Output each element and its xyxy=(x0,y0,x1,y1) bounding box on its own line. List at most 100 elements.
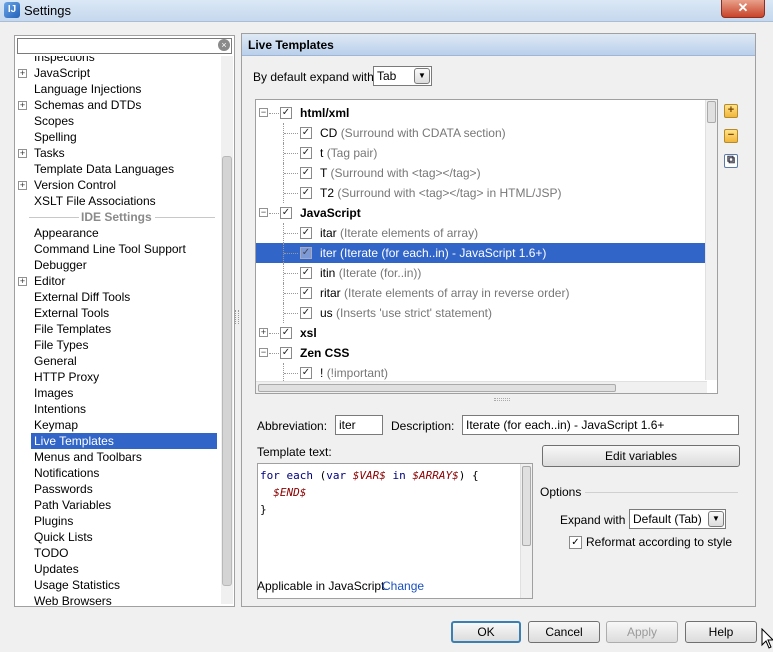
default-expand-select[interactable]: Tab ▼ xyxy=(373,66,432,86)
copy-template-icon[interactable]: ⧉ xyxy=(724,154,738,168)
sidebar-item[interactable]: Template Data Languages xyxy=(31,161,177,177)
help-button[interactable]: Help xyxy=(685,621,757,643)
add-template-icon[interactable]: + xyxy=(724,104,738,118)
cancel-button[interactable]: Cancel xyxy=(528,621,600,643)
edit-variables-button[interactable]: Edit variables xyxy=(542,445,740,467)
expand-plus-icon[interactable]: + xyxy=(18,181,27,190)
templates-hscrollbar[interactable] xyxy=(256,381,707,393)
sidebar-item[interactable]: Intentions xyxy=(31,401,89,417)
template-group-row[interactable]: − ✓ Zen CSS xyxy=(256,343,706,363)
sidebar-item[interactable]: Quick Lists xyxy=(31,529,96,545)
template-checkbox[interactable]: ✓ xyxy=(300,367,312,379)
sidebar-item[interactable]: Usage Statistics xyxy=(31,577,123,593)
settings-search-input[interactable] xyxy=(17,38,232,54)
template-group-row[interactable]: + ✓ xsl xyxy=(256,323,706,343)
code-vscrollbar[interactable] xyxy=(520,464,532,598)
template-row[interactable]: ✓ itin (Iterate (for..in)) xyxy=(256,263,706,283)
sidebar-item[interactable]: Updates xyxy=(31,561,82,577)
expand-plus-icon[interactable]: + xyxy=(18,69,27,78)
template-checkbox[interactable]: ✓ xyxy=(280,347,292,359)
close-button[interactable]: ✕ xyxy=(721,0,765,18)
sidebar-item[interactable]: + Version Control xyxy=(18,177,119,193)
templates-hscroll-thumb[interactable] xyxy=(258,384,616,392)
sidebar-item[interactable]: Live Templates xyxy=(31,433,217,449)
chevron-down-icon[interactable]: ▼ xyxy=(708,511,724,527)
expand-plus-icon[interactable]: + xyxy=(18,149,27,158)
sidebar-item[interactable]: Keymap xyxy=(31,417,81,433)
template-checkbox[interactable]: ✓ xyxy=(300,187,312,199)
sidebar-item[interactable]: Spelling xyxy=(31,129,80,145)
templates-vscrollbar[interactable] xyxy=(705,100,717,380)
sidebar-item[interactable]: File Types xyxy=(31,337,91,353)
templates-vscroll-thumb[interactable] xyxy=(707,101,716,123)
template-checkbox[interactable]: ✓ xyxy=(300,247,312,259)
collapse-minus-icon[interactable]: − xyxy=(259,208,268,217)
template-row[interactable]: ✓ CD (Surround with CDATA section) xyxy=(256,123,706,143)
template-checkbox[interactable]: ✓ xyxy=(300,227,312,239)
expand-plus-icon[interactable]: + xyxy=(18,277,27,286)
sidebar-item[interactable]: TODO xyxy=(31,545,71,561)
template-checkbox[interactable]: ✓ xyxy=(280,107,292,119)
template-row[interactable]: ✓ t (Tag pair) xyxy=(256,143,706,163)
sidebar-item[interactable]: General xyxy=(31,353,80,369)
collapse-minus-icon[interactable]: − xyxy=(259,108,268,117)
template-group-row[interactable]: − ✓ html/xml xyxy=(256,103,706,123)
collapse-minus-icon[interactable]: − xyxy=(259,348,268,357)
template-checkbox[interactable]: ✓ xyxy=(300,267,312,279)
template-checkbox[interactable]: ✓ xyxy=(300,287,312,299)
expand-plus-icon[interactable]: + xyxy=(18,101,27,110)
sidebar-item[interactable]: + JavaScript xyxy=(18,65,93,81)
sidebar-item[interactable]: Passwords xyxy=(31,481,96,497)
nav-scrollbar-thumb[interactable] xyxy=(222,156,232,586)
ok-button[interactable]: OK xyxy=(451,621,521,643)
template-checkbox[interactable]: ✓ xyxy=(300,307,312,319)
sidebar-item[interactable]: Language Injections xyxy=(31,81,144,97)
template-row[interactable]: ✓ iter (Iterate (for each..in) - JavaScri… xyxy=(256,243,706,263)
template-checkbox[interactable]: ✓ xyxy=(300,167,312,179)
nav-scrollbar[interactable] xyxy=(221,56,233,604)
template-checkbox[interactable]: ✓ xyxy=(300,127,312,139)
template-row[interactable]: ✓ T (Surround with <tag></tag>) xyxy=(256,163,706,183)
abbreviation-field[interactable]: iter xyxy=(335,415,383,435)
chevron-down-icon[interactable]: ▼ xyxy=(414,68,430,84)
reformat-checkbox[interactable]: ✓ xyxy=(569,536,582,549)
template-checkbox[interactable]: ✓ xyxy=(280,207,292,219)
sidebar-item[interactable]: Appearance xyxy=(31,225,102,241)
sidebar-item[interactable]: Debugger xyxy=(31,257,90,273)
sidebar-item[interactable]: Notifications xyxy=(31,465,102,481)
expand-plus-icon[interactable]: + xyxy=(259,328,268,337)
template-checkbox[interactable]: ✓ xyxy=(280,327,292,339)
sidebar-item[interactable]: Path Variables xyxy=(31,497,114,513)
apply-button[interactable]: Apply xyxy=(606,621,678,643)
sidebar-item[interactable]: Images xyxy=(31,385,76,401)
sidebar-item[interactable]: Scopes xyxy=(31,113,77,129)
clear-search-icon[interactable]: × xyxy=(218,39,230,51)
sidebar-item[interactable]: XSLT File Associations xyxy=(31,193,159,209)
description-field[interactable]: Iterate (for each..in) - JavaScript 1.6+ xyxy=(462,415,739,435)
sidebar-item[interactable]: Command Line Tool Support xyxy=(31,241,189,257)
expand-with-select[interactable]: Default (Tab) ▼ xyxy=(629,509,726,529)
sidebar-item[interactable]: + Editor xyxy=(18,273,68,289)
template-row[interactable]: ✓ ritar (Iterate elements of array in rev… xyxy=(256,283,706,303)
sidebar-item[interactable]: External Tools xyxy=(31,305,112,321)
sidebar-item[interactable]: Menus and Toolbars xyxy=(31,449,145,465)
sidebar-item[interactable]: External Diff Tools xyxy=(31,289,133,305)
sidebar-item[interactable]: HTTP Proxy xyxy=(31,369,102,385)
templates-resize-grip[interactable] xyxy=(494,398,510,401)
template-row[interactable]: ✓! (!important) xyxy=(256,363,706,383)
sidebar-item[interactable]: + Tasks xyxy=(18,145,68,161)
change-context-link[interactable]: Change xyxy=(382,579,424,593)
panel-splitter[interactable] xyxy=(235,310,239,324)
template-checkbox[interactable]: ✓ xyxy=(300,147,312,159)
template-row[interactable]: ✓ us (Inserts 'use strict' statement) xyxy=(256,303,706,323)
template-row[interactable]: ✓ itar (Iterate elements of array) xyxy=(256,223,706,243)
sidebar-item[interactable]: Plugins xyxy=(31,513,76,529)
code-vscroll-thumb[interactable] xyxy=(522,466,531,546)
sidebar-item[interactable]: Inspections xyxy=(31,56,98,65)
sidebar-item[interactable]: File Templates xyxy=(31,321,114,337)
sidebar-item[interactable]: Web Browsers xyxy=(31,593,115,606)
template-row[interactable]: ✓ T2 (Surround with <tag></tag> in HTML/J… xyxy=(256,183,706,203)
sidebar-item[interactable]: + Schemas and DTDs xyxy=(18,97,144,113)
remove-template-icon[interactable]: − xyxy=(724,129,738,143)
template-group-row[interactable]: − ✓ JavaScript xyxy=(256,203,706,223)
